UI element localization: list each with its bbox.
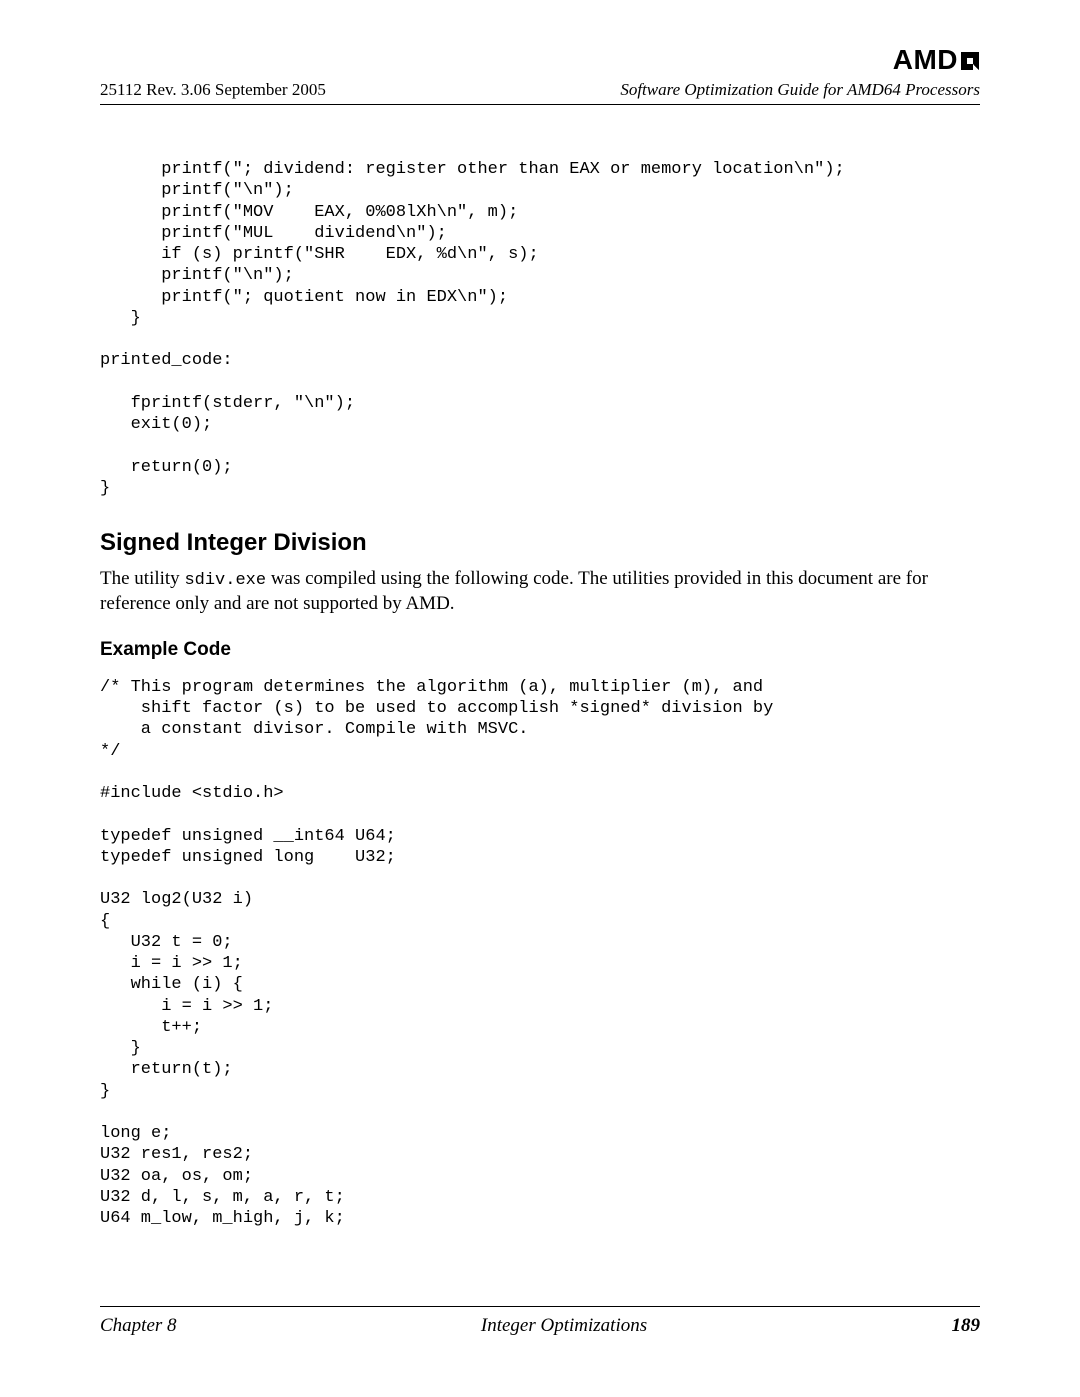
document-page: AMD 25112 Rev. 3.06 September 2005 Softw… [0,0,1080,1397]
example-heading: Example Code [100,639,980,661]
brand-logo: AMD [893,44,980,78]
header-left: 25112 Rev. 3.06 September 2005 [100,80,326,100]
footer-left: Chapter 8 [100,1315,177,1337]
footer-center: Integer Optimizations [481,1315,647,1337]
section-heading: Signed Integer Division [100,529,980,557]
para-prefix: The utility [100,568,184,589]
brand-arrow-icon [960,46,980,78]
header-rule [100,104,980,105]
header-right: Software Optimization Guide for AMD64 Pr… [620,80,980,100]
code-block-top: printf("; dividend: register other than … [100,159,980,499]
section-paragraph: The utility sdiv.exe was compiled using … [100,567,980,617]
running-header: 25112 Rev. 3.06 September 2005 Software … [100,80,980,100]
code-block-bottom: /* This program determines the algorithm… [100,677,980,1230]
brand-text: AMD [893,44,958,75]
page-number: 189 [952,1315,981,1337]
running-footer: Chapter 8 Integer Optimizations 189 [100,1306,980,1337]
footer-row: Chapter 8 Integer Optimizations 189 [100,1315,980,1337]
para-mono: sdiv.exe [184,571,266,590]
footer-rule [100,1306,980,1307]
